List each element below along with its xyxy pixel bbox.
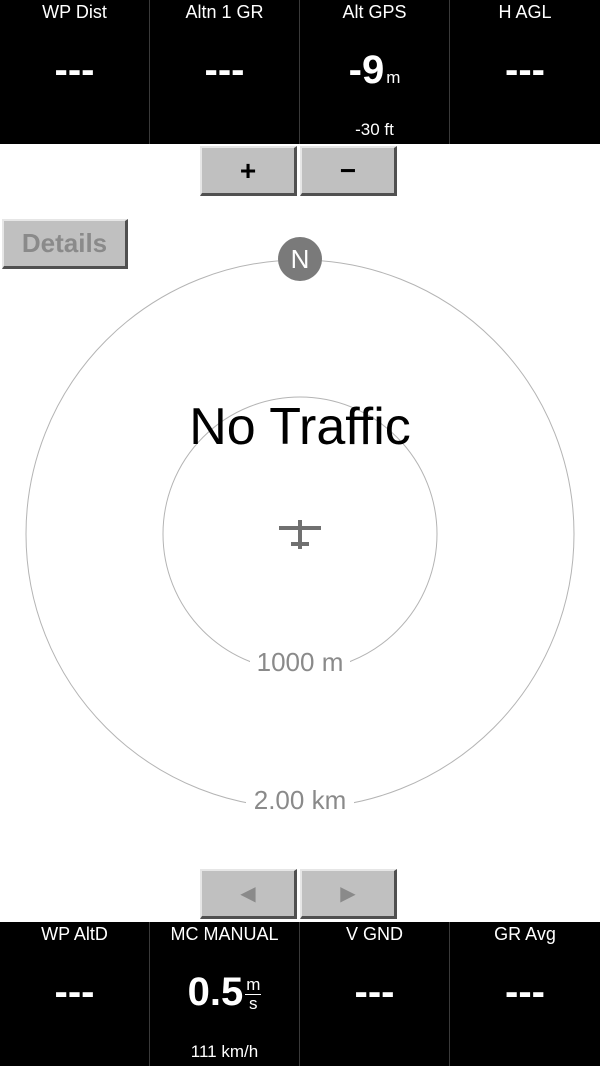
infobox-h-agl[interactable]: H AGL --- xyxy=(450,0,600,144)
infobox-title: WP Dist xyxy=(42,2,107,22)
infobox-unit: m xyxy=(386,68,401,87)
infobox-title: V GND xyxy=(345,924,403,944)
infobox-wp-altd[interactable]: WP AltD --- xyxy=(0,922,150,1066)
infobox-title: H AGL xyxy=(498,2,552,22)
infobox-value: --- xyxy=(204,48,245,92)
infobox-title: Altn 1 GR xyxy=(185,2,264,22)
previous-page-button[interactable]: ◀ xyxy=(200,869,297,919)
top-infobox-bar: WP Dist --- Altn 1 GR --- Alt GPS -9 m -3… xyxy=(0,0,600,144)
infobox-value: 0.5 m s xyxy=(187,970,262,1014)
next-page-button[interactable]: ▶ xyxy=(300,869,397,919)
infobox-alt-gps[interactable]: Alt GPS -9 m -30 ft xyxy=(300,0,450,144)
infobox-comment: 111 km/h xyxy=(190,1042,259,1061)
infobox-altn-gr[interactable]: Altn 1 GR --- xyxy=(150,0,300,144)
infobox-value: --- xyxy=(354,970,395,1014)
infobox-value: --- xyxy=(54,48,95,92)
north-label: N xyxy=(291,244,310,274)
infobox-value: --- xyxy=(54,970,95,1014)
outer-ring-label: 2.00 km xyxy=(254,785,347,815)
infobox-unit: ms xyxy=(245,974,262,1013)
bottom-infobox-bar: WP AltD --- MC MANUAL 0.5 m s 111 km/h V G… xyxy=(0,922,600,1066)
infobox-comment: -30 ft xyxy=(355,120,394,139)
inner-ring-label: 1000 m xyxy=(257,647,344,677)
infobox-value: --- xyxy=(505,970,545,1014)
infobox-mc-manual[interactable]: MC MANUAL 0.5 m s 111 km/h xyxy=(150,922,300,1066)
infobox-title: GR Avg xyxy=(494,924,556,944)
infobox-value: --- xyxy=(505,48,545,92)
infobox-value: -9 m xyxy=(348,48,401,92)
no-traffic-text: No Traffic xyxy=(189,398,411,456)
infobox-v-gnd[interactable]: V GND --- xyxy=(300,922,450,1066)
infobox-title: Alt GPS xyxy=(342,2,407,22)
infobox-wp-dist[interactable]: WP Dist --- xyxy=(0,0,150,144)
details-button[interactable]: Details xyxy=(2,219,128,269)
infobox-title: MC MANUAL xyxy=(170,924,279,944)
infobox-title: WP AltD xyxy=(41,924,108,944)
infobox-gr-avg[interactable]: GR Avg --- xyxy=(450,922,600,1066)
north-icon: N xyxy=(278,237,322,281)
own-aircraft-icon xyxy=(279,520,321,549)
